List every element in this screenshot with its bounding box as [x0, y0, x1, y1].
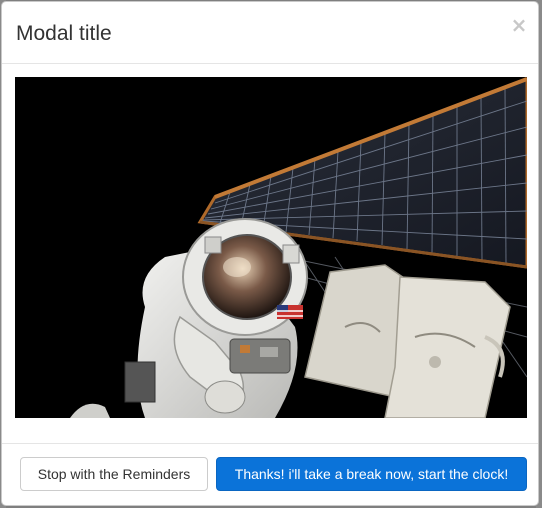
modal-footer: Stop with the Reminders Thanks! i'll tak…: [2, 443, 538, 505]
astronaut-photo: [15, 77, 527, 418]
modal-dialog: Modal title × Stop with the Reminders Th…: [1, 1, 539, 506]
modal-header: Modal title ×: [2, 2, 538, 64]
astronaut-image: [15, 77, 527, 418]
modal-body: [2, 64, 538, 446]
close-icon: ×: [510, 13, 528, 37]
close-button[interactable]: ×: [510, 14, 528, 36]
start-break-button[interactable]: Thanks! i'll take a break now, start the…: [216, 457, 527, 491]
stop-reminders-button[interactable]: Stop with the Reminders: [20, 457, 208, 491]
modal-title: Modal title: [16, 22, 112, 45]
